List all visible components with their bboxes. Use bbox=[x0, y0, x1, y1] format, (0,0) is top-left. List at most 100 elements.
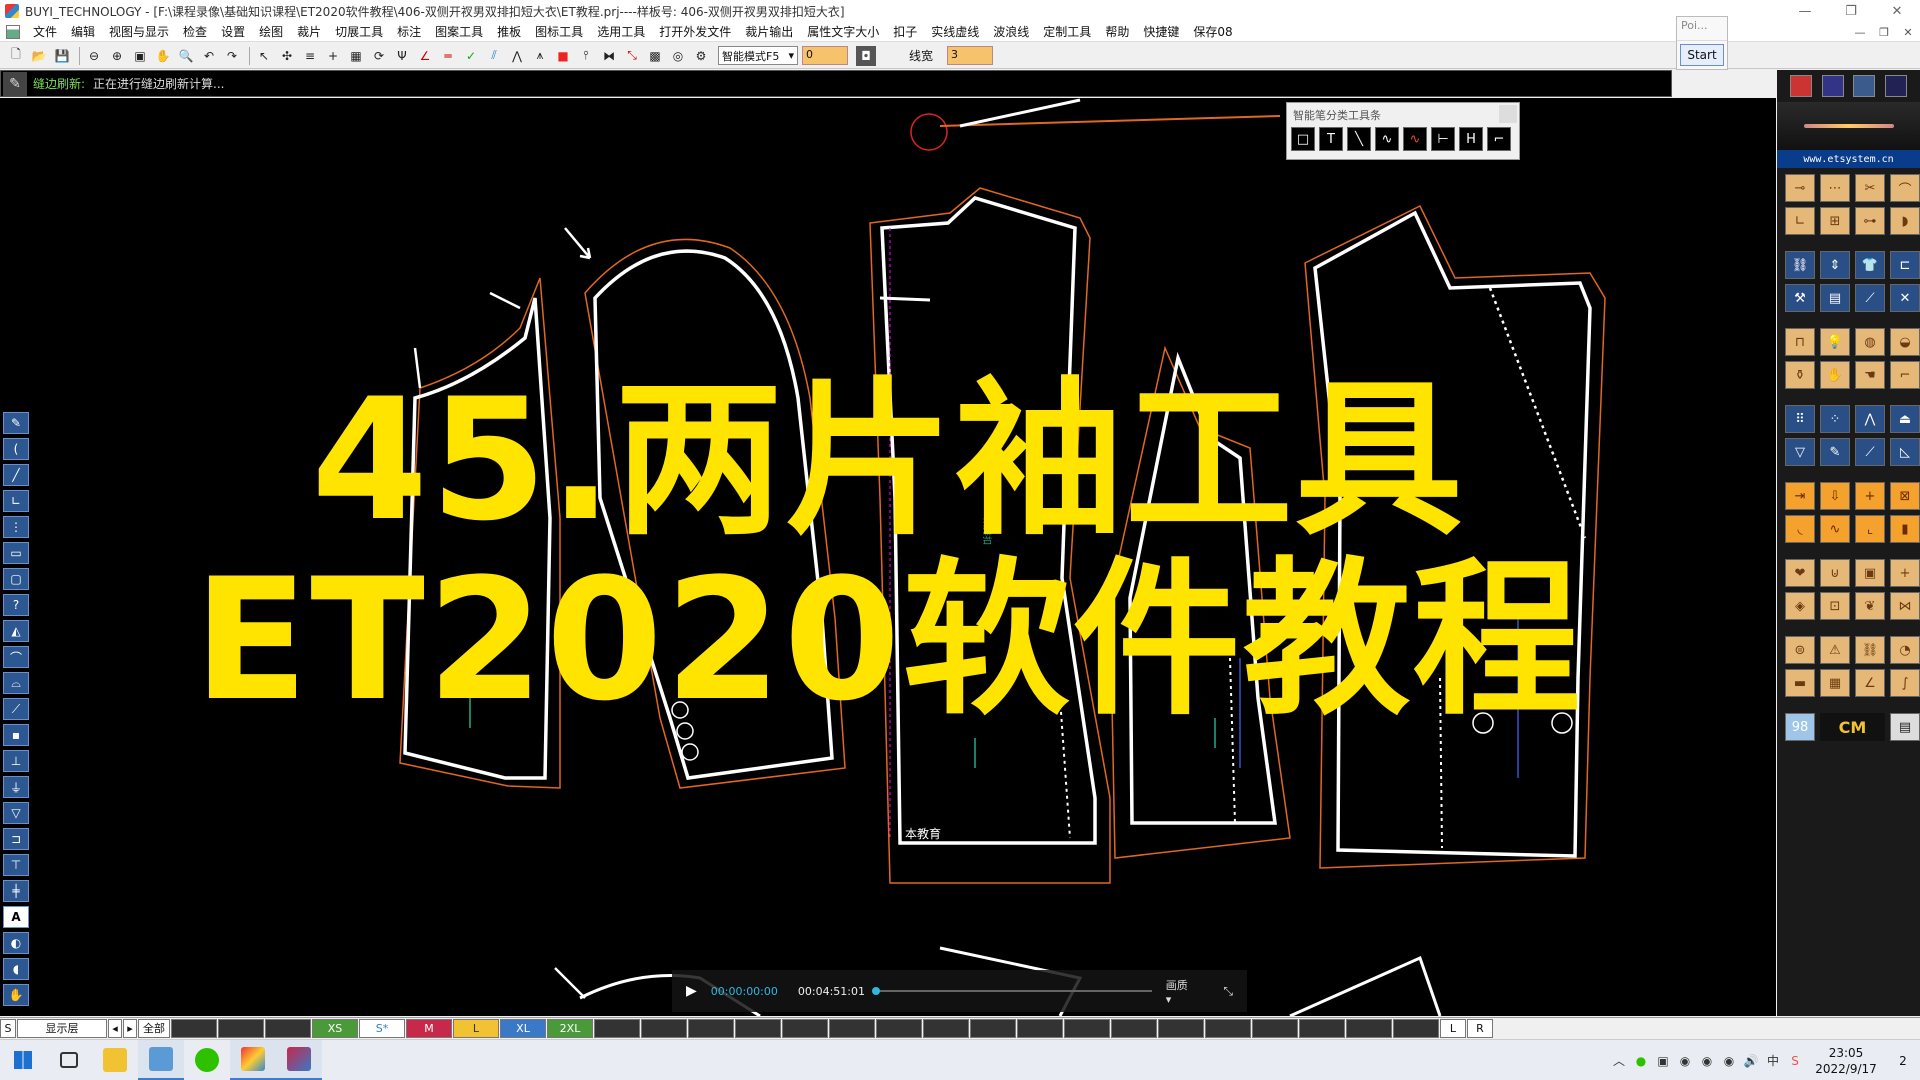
triangle-tool-icon[interactable]: ◺ bbox=[1890, 438, 1920, 466]
plus-tool-icon[interactable]: + bbox=[1855, 482, 1885, 510]
notification-icon[interactable]: 2 bbox=[1886, 1040, 1920, 1080]
rect-icon[interactable]: ▭ bbox=[3, 542, 29, 564]
tag-icon[interactable]: ◈ bbox=[1785, 592, 1815, 620]
size-s-active[interactable]: S* bbox=[359, 1018, 405, 1038]
menu-custom-tools[interactable]: 定制工具 bbox=[1036, 23, 1098, 40]
taskbar-app-design[interactable] bbox=[276, 1039, 322, 1080]
menu-piece-output[interactable]: 裁片输出 bbox=[738, 23, 800, 40]
t-square-icon[interactable]: T bbox=[1319, 127, 1343, 151]
size-xs[interactable]: XS bbox=[312, 1018, 358, 1038]
mdi-close-icon[interactable]: ✕ bbox=[1896, 22, 1920, 42]
parallel-icon[interactable]: ═ bbox=[438, 46, 458, 66]
cut-icon[interactable]: ✕ bbox=[1890, 284, 1920, 312]
smart-pen-icon[interactable]: ✎ bbox=[3, 412, 29, 434]
bulb-icon[interactable]: 💡 bbox=[1820, 328, 1850, 356]
mdi-minimize-icon[interactable]: — bbox=[1848, 22, 1872, 42]
drop-icon[interactable]: ◖ bbox=[3, 958, 29, 980]
empty-size-slot[interactable] bbox=[970, 1018, 1016, 1038]
taskbar-app-et[interactable] bbox=[138, 1039, 184, 1080]
empty-size-slot[interactable] bbox=[829, 1018, 875, 1038]
help-icon[interactable]: ? bbox=[3, 594, 29, 616]
pin-icon[interactable]: ⊸ bbox=[1785, 174, 1815, 202]
bar-icon[interactable]: ▮ bbox=[1890, 515, 1920, 543]
ime-icon[interactable]: 中 bbox=[1762, 1040, 1784, 1080]
pot-icon[interactable]: ◒ bbox=[1890, 328, 1920, 356]
link-icon[interactable]: ⛓ bbox=[1785, 251, 1815, 279]
value-field[interactable]: 0 bbox=[802, 46, 848, 65]
lock-icon[interactable]: ⊡ bbox=[1820, 592, 1850, 620]
align-icon[interactable]: ≡ bbox=[300, 46, 320, 66]
redo-icon[interactable]: ↷ bbox=[222, 46, 242, 66]
document-icon[interactable] bbox=[6, 24, 20, 39]
frame-icon[interactable]: ▢ bbox=[3, 568, 29, 590]
wave-fill-icon[interactable]: ∿ bbox=[1820, 515, 1850, 543]
zoom-window-icon[interactable]: 🔍 bbox=[176, 46, 196, 66]
download-icon[interactable]: ⇩ bbox=[1820, 482, 1850, 510]
move-v-icon[interactable]: ⇕ bbox=[1820, 251, 1850, 279]
shape-icon[interactable]: ◭ bbox=[3, 620, 29, 642]
zoom-out-icon[interactable]: ⊖ bbox=[84, 46, 104, 66]
zoom-in-icon[interactable]: ⊕ bbox=[107, 46, 127, 66]
size-xl[interactable]: XL bbox=[500, 1018, 546, 1038]
export-icon[interactable]: ⇥ bbox=[1785, 482, 1815, 510]
cancel-tool-icon[interactable]: ⊠ bbox=[1890, 482, 1920, 510]
corner-icon[interactable]: ∟ bbox=[3, 490, 29, 512]
disk-icon[interactable]: ▪ bbox=[3, 724, 29, 746]
open-folder-icon[interactable]: 📂 bbox=[29, 46, 49, 66]
menu-optional-tools[interactable]: 选用工具 bbox=[590, 23, 652, 40]
size-l[interactable]: L bbox=[453, 1018, 499, 1038]
leaf-icon[interactable]: ❦ bbox=[1855, 592, 1885, 620]
h-bar-icon[interactable]: H bbox=[1459, 127, 1483, 151]
table-icon[interactable]: ▦ bbox=[1820, 669, 1850, 697]
start-button[interactable]: Start bbox=[1680, 44, 1724, 66]
cart-icon[interactable]: ⊜ bbox=[1785, 636, 1815, 664]
empty-size-slot[interactable] bbox=[782, 1018, 828, 1038]
menu-grading[interactable]: 推板 bbox=[490, 23, 528, 40]
tie-icon[interactable]: ⋈ bbox=[1890, 592, 1920, 620]
mdi-restore-icon[interactable]: ❐ bbox=[1872, 22, 1896, 42]
angle-tool-icon[interactable]: ∠ bbox=[1855, 669, 1885, 697]
pan-hand-icon[interactable]: ✋ bbox=[153, 46, 173, 66]
mirror-icon[interactable]: ⧓ bbox=[599, 46, 619, 66]
menu-edit[interactable]: 编辑 bbox=[64, 23, 102, 40]
menu-icon-tools[interactable]: 图标工具 bbox=[528, 23, 590, 40]
left-side-toggle[interactable]: L bbox=[1440, 1018, 1466, 1038]
file-explorer-icon[interactable] bbox=[92, 1040, 138, 1080]
piece-tool-icon[interactable]: ▤ bbox=[1820, 284, 1850, 312]
sewing-icon[interactable]: ⊓ bbox=[1785, 328, 1815, 356]
grid-tool-icon[interactable]: ⊞ bbox=[1820, 207, 1850, 235]
step-line-icon[interactable]: ⌐ bbox=[1487, 127, 1511, 151]
marker-icon[interactable]: ◐ bbox=[3, 932, 29, 954]
scatter-icon[interactable]: ⁘ bbox=[1820, 405, 1850, 433]
baseline-icon[interactable]: ⊤ bbox=[3, 854, 29, 876]
angle-icon[interactable]: ∠ bbox=[415, 46, 435, 66]
jar-icon[interactable]: ⚱ bbox=[1785, 361, 1815, 389]
swatch-icon[interactable]: ◘ bbox=[856, 45, 876, 66]
empty-size-slot[interactable] bbox=[171, 1018, 217, 1038]
dome-icon[interactable]: ⌓ bbox=[3, 672, 29, 694]
menu-solid-dashed[interactable]: 实线虚线 bbox=[924, 23, 986, 40]
system-clock[interactable]: 23:05 2022/9/17 bbox=[1806, 1045, 1886, 1077]
menu-wave-line[interactable]: 波浪线 bbox=[986, 23, 1036, 40]
plus-icon[interactable]: + bbox=[323, 46, 343, 66]
chain-icon[interactable]: ⛓ bbox=[1855, 636, 1885, 664]
empty-size-slot[interactable] bbox=[1393, 1018, 1439, 1038]
progress-track[interactable] bbox=[872, 987, 1152, 995]
hatch-icon[interactable]: ⫽ bbox=[484, 46, 504, 66]
settings-icon[interactable]: ⚙ bbox=[691, 46, 711, 66]
measure-icon[interactable]: ⤡ bbox=[622, 46, 642, 66]
needle-tool-icon[interactable]: ⊶ bbox=[1855, 207, 1885, 235]
menu-pieces[interactable]: 裁片 bbox=[290, 23, 328, 40]
empty-size-slot[interactable] bbox=[688, 1018, 734, 1038]
triangle-icon[interactable]: ▽ bbox=[3, 802, 29, 824]
wechat-icon[interactable] bbox=[184, 1040, 230, 1080]
rp-tool-icon[interactable] bbox=[1789, 75, 1812, 97]
heart-icon[interactable]: ❤ bbox=[1785, 559, 1815, 587]
line-width-field[interactable]: 3 bbox=[947, 46, 994, 65]
shoe-icon[interactable]: ∟ bbox=[1785, 207, 1815, 235]
qq-tray-icon-2[interactable]: ◉ bbox=[1696, 1040, 1718, 1080]
bracket-icon[interactable]: ⊐ bbox=[3, 828, 29, 850]
check-icon[interactable]: ✓ bbox=[461, 46, 481, 66]
funnel-icon[interactable]: ⏚ bbox=[3, 776, 29, 798]
color-icon[interactable]: ■ bbox=[553, 46, 573, 66]
